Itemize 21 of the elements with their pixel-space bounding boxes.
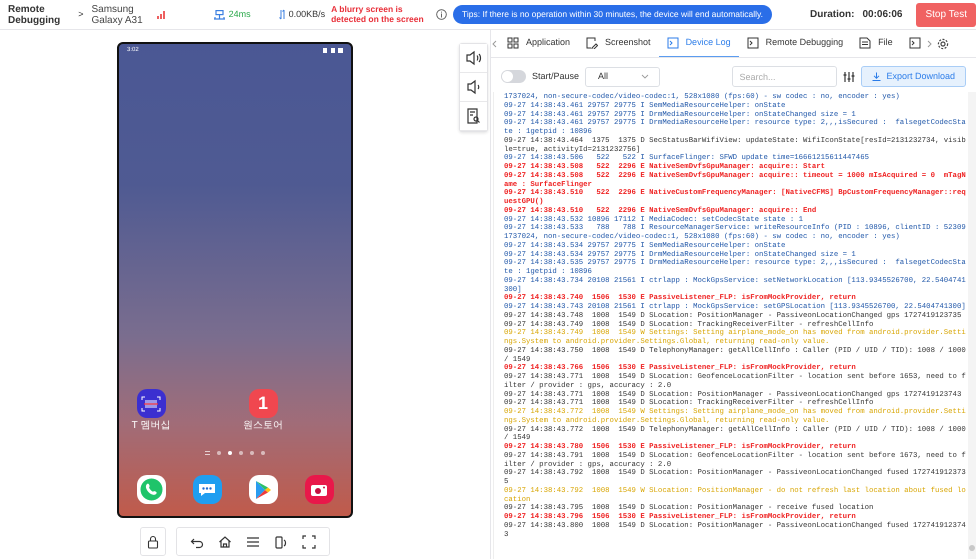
breadcrumb-separator: > [78, 8, 84, 21]
store-app-icon[interactable]: 1 [248, 389, 278, 418]
tip-banner: Tips: If there is no operation within 30 minutes, the device will end automatically. [453, 5, 772, 24]
tab[interactable]: Device Log [658, 30, 739, 57]
device-name: Samsung Galaxy A31 [91, 4, 144, 26]
latency-text: 24ms [228, 8, 251, 21]
duration-label: Duration: [810, 8, 854, 22]
export-download-button[interactable]: Export Download [861, 66, 966, 87]
toggle-label: Start/Pause [532, 70, 580, 83]
app-label: T 멤버십 [132, 421, 170, 431]
tab[interactable]: Application [499, 30, 578, 57]
app-label: 원스토어 [243, 421, 283, 431]
tab[interactable]: Remote Debugging [738, 30, 852, 57]
level-filter-dropdown[interactable]: All [585, 66, 660, 86]
speed-text: 0.00KB/s [288, 8, 326, 21]
tab[interactable]: Screenshot [578, 30, 659, 57]
app-title: Remote Debugging [8, 4, 60, 26]
search-field[interactable]: Search... [732, 66, 838, 87]
duration-value: 00:06:06 [862, 8, 902, 22]
tab[interactable]: File [851, 30, 901, 57]
warning-text: A blurry screen is detected on the screen [331, 5, 424, 24]
